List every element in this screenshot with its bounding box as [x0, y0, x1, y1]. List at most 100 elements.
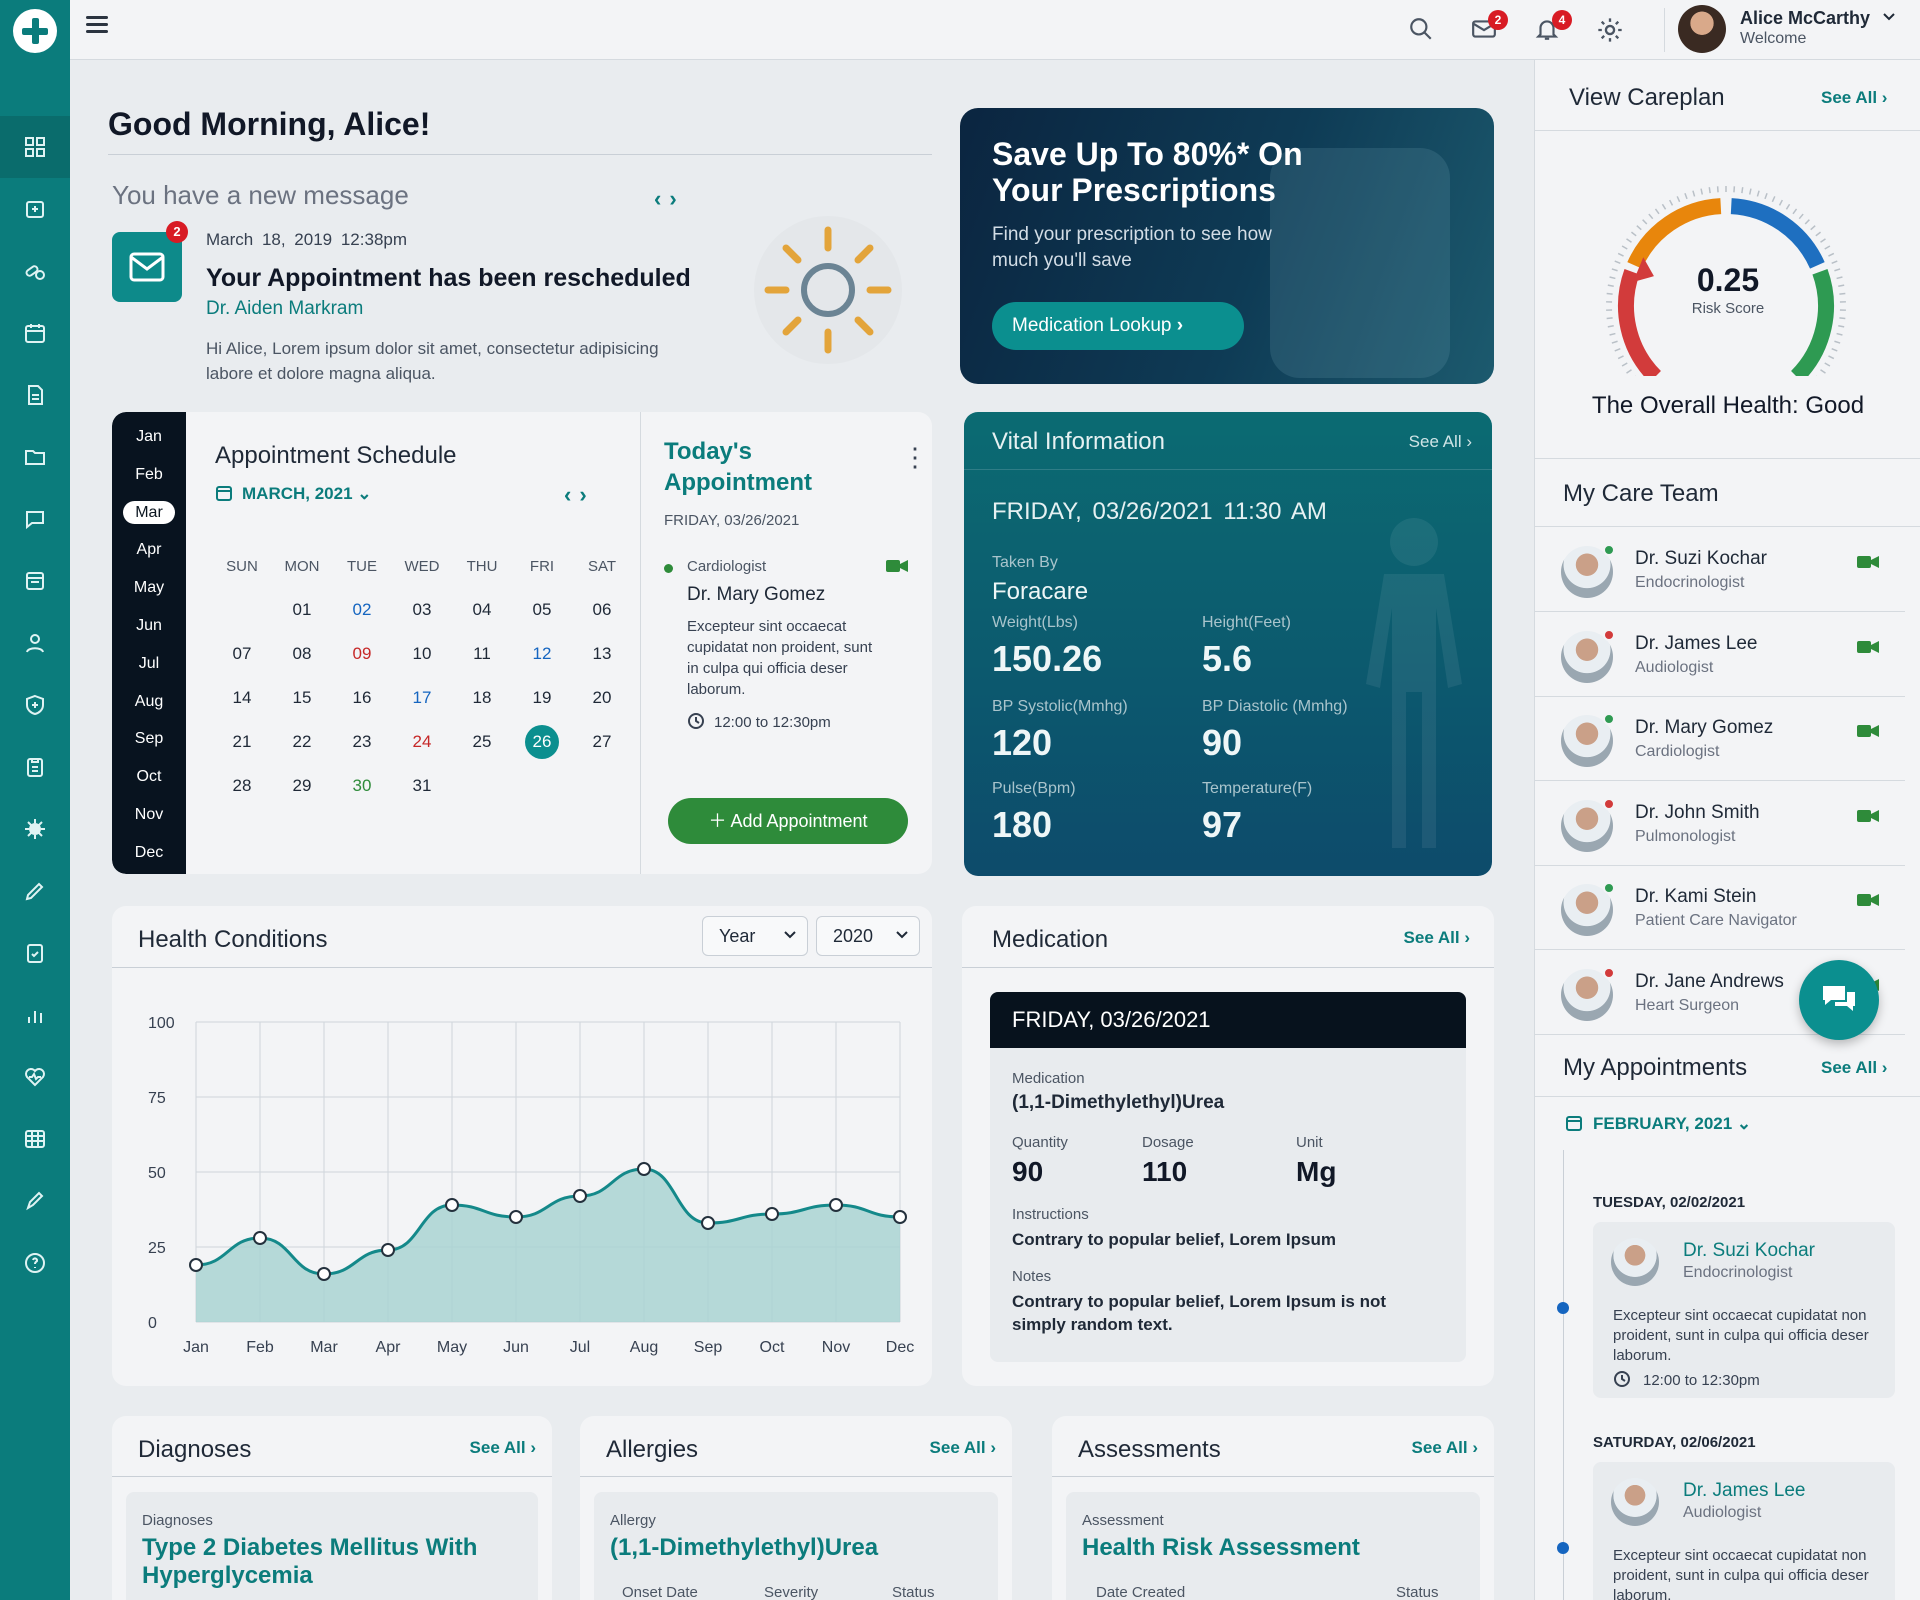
month-item[interactable]: Dec	[112, 834, 186, 872]
message-title[interactable]: Your Appointment has been rescheduled	[206, 264, 691, 293]
chat-button[interactable]	[1799, 960, 1879, 1040]
today-doctor[interactable]: Dr. Mary Gomez	[687, 584, 825, 606]
sidebar-item-records[interactable]	[0, 550, 70, 612]
calendar-day[interactable]: 05	[512, 600, 572, 620]
month-item[interactable]: Sep	[112, 720, 186, 758]
allergy-value[interactable]: (1,1-Dimethylethyl)Urea	[610, 1534, 878, 1562]
calendar-day[interactable]: 09	[332, 644, 392, 664]
calendar-day[interactable]: 23	[332, 732, 392, 752]
calendar-day[interactable]: 21	[212, 732, 272, 752]
data-point[interactable]	[509, 1210, 523, 1224]
calendar-day[interactable]: 10	[392, 644, 452, 664]
message-sender[interactable]: Dr. Aiden Markram	[206, 298, 363, 320]
doctor-name[interactable]: Dr. James Lee	[1683, 1480, 1806, 1502]
calendar-day[interactable]: 12	[512, 644, 572, 664]
more-vert-icon[interactable]: ⋮	[902, 442, 928, 473]
data-point[interactable]	[701, 1216, 715, 1230]
search-icon[interactable]	[1408, 16, 1438, 46]
calendar-pager[interactable]: ‹›	[564, 482, 595, 508]
calendar-day[interactable]: 06	[572, 600, 632, 620]
calendar-day[interactable]: 19	[512, 688, 572, 708]
doctor-name[interactable]: Dr. Suzi Kochar	[1683, 1240, 1815, 1262]
calendar-day[interactable]: 16	[332, 688, 392, 708]
careplan-see-all-link[interactable]: See All	[1821, 88, 1887, 108]
month-item[interactable]: Jan	[112, 418, 186, 456]
calendar-day[interactable]: 30	[332, 776, 392, 796]
sidebar-item-documents[interactable]	[0, 364, 70, 426]
data-point[interactable]	[381, 1243, 395, 1257]
month-item[interactable]: Jul	[112, 645, 186, 683]
settings-gear-icon[interactable]	[1596, 16, 1626, 46]
care-team-member[interactable]: Dr. John Smith Pulmonologist	[1535, 782, 1905, 866]
video-camera-icon[interactable]	[1857, 723, 1879, 739]
calendar-day[interactable]: 11	[452, 644, 512, 664]
video-camera-icon[interactable]	[1857, 554, 1879, 570]
sidebar-item-calendar[interactable]	[0, 302, 70, 364]
video-camera-icon[interactable]	[1857, 892, 1879, 908]
sidebar-item-pen[interactable]	[0, 860, 70, 922]
video-camera-icon[interactable]	[886, 558, 908, 574]
sidebar-item-clipboard[interactable]	[0, 736, 70, 798]
month-item[interactable]: Aug	[112, 683, 186, 721]
calendar-day[interactable]: 15	[272, 688, 332, 708]
calendar-day[interactable]: 14	[212, 688, 272, 708]
calendar-day[interactable]: 27	[572, 732, 632, 752]
logo-plus-icon[interactable]	[13, 9, 57, 53]
sidebar-item-health[interactable]	[0, 1046, 70, 1108]
data-point[interactable]	[317, 1267, 331, 1281]
bell-icon[interactable]: 4	[1534, 10, 1572, 46]
calendar-day[interactable]: 01	[272, 600, 332, 620]
month-item[interactable]: Jun	[112, 607, 186, 645]
sidebar-item-pills[interactable]	[0, 240, 70, 302]
assessments-see-all-link[interactable]: See All	[1412, 1438, 1478, 1458]
month-item[interactable]: Apr	[112, 531, 186, 569]
sidebar-item-help[interactable]	[0, 1232, 70, 1294]
sidebar-item-reports[interactable]	[0, 984, 70, 1046]
data-point[interactable]	[829, 1198, 843, 1212]
month-item[interactable]: Nov	[112, 796, 186, 834]
calendar-day[interactable]: 26	[512, 725, 572, 759]
calendar-day[interactable]: 18	[452, 688, 512, 708]
care-team-member[interactable]: Dr. Mary Gomez Cardiologist	[1535, 697, 1905, 781]
medication-see-all-link[interactable]: See All	[1404, 928, 1470, 948]
diagnoses-see-all-link[interactable]: See All	[470, 1438, 536, 1458]
message-pager[interactable]: ‹›	[654, 186, 685, 212]
month-dropdown[interactable]: MARCH, 2021 ⌄	[242, 484, 372, 504]
month-item[interactable]: May	[112, 569, 186, 607]
sidebar-item-edit[interactable]	[0, 1170, 70, 1232]
sidebar-item-virus[interactable]	[0, 798, 70, 860]
mail-icon[interactable]: 2	[1470, 10, 1508, 46]
user-name[interactable]: Alice McCarthy	[1740, 8, 1870, 29]
month-item[interactable]: Oct	[112, 758, 186, 796]
allergies-see-all-link[interactable]: See All	[930, 1438, 996, 1458]
month-item[interactable]: Mar	[112, 494, 186, 532]
add-appointment-button[interactable]: ＋ Add Appointment	[668, 798, 908, 844]
calendar-day[interactable]: 17	[392, 688, 452, 708]
year-select[interactable]: 2020	[816, 916, 920, 956]
sidebar-item-folder[interactable]	[0, 426, 70, 488]
sidebar-item-messages[interactable]	[0, 488, 70, 550]
sidebar-item-hospital[interactable]	[0, 178, 70, 240]
menu-icon[interactable]	[86, 16, 108, 34]
calendar-day[interactable]: 29	[272, 776, 332, 796]
calendar-day[interactable]: 13	[572, 644, 632, 664]
data-point[interactable]	[893, 1210, 907, 1224]
data-point[interactable]	[765, 1207, 779, 1221]
data-point[interactable]	[637, 1162, 651, 1176]
data-point[interactable]	[189, 1258, 203, 1272]
calendar-day[interactable]: 02	[332, 600, 392, 620]
month-item[interactable]: Feb	[112, 456, 186, 494]
calendar-day[interactable]: 03	[392, 600, 452, 620]
calendar-day[interactable]: 28	[212, 776, 272, 796]
care-team-member[interactable]: Dr. Suzi Kochar Endocrinologist	[1535, 528, 1905, 612]
sidebar-item-dashboard[interactable]	[0, 116, 70, 178]
medication-lookup-button[interactable]: Medication Lookup	[992, 302, 1244, 350]
video-camera-icon[interactable]	[1857, 639, 1879, 655]
calendar-day[interactable]: 25	[452, 732, 512, 752]
calendar-day[interactable]: 08	[272, 644, 332, 664]
video-camera-icon[interactable]	[1857, 808, 1879, 824]
data-point[interactable]	[253, 1231, 267, 1245]
appointment-card[interactable]: Dr. Suzi Kochar Endocrinologist Excepteur …	[1593, 1222, 1895, 1398]
vital-see-all-link[interactable]: See All	[1409, 432, 1472, 452]
care-team-member[interactable]: Dr. James Lee Audiologist	[1535, 613, 1905, 697]
